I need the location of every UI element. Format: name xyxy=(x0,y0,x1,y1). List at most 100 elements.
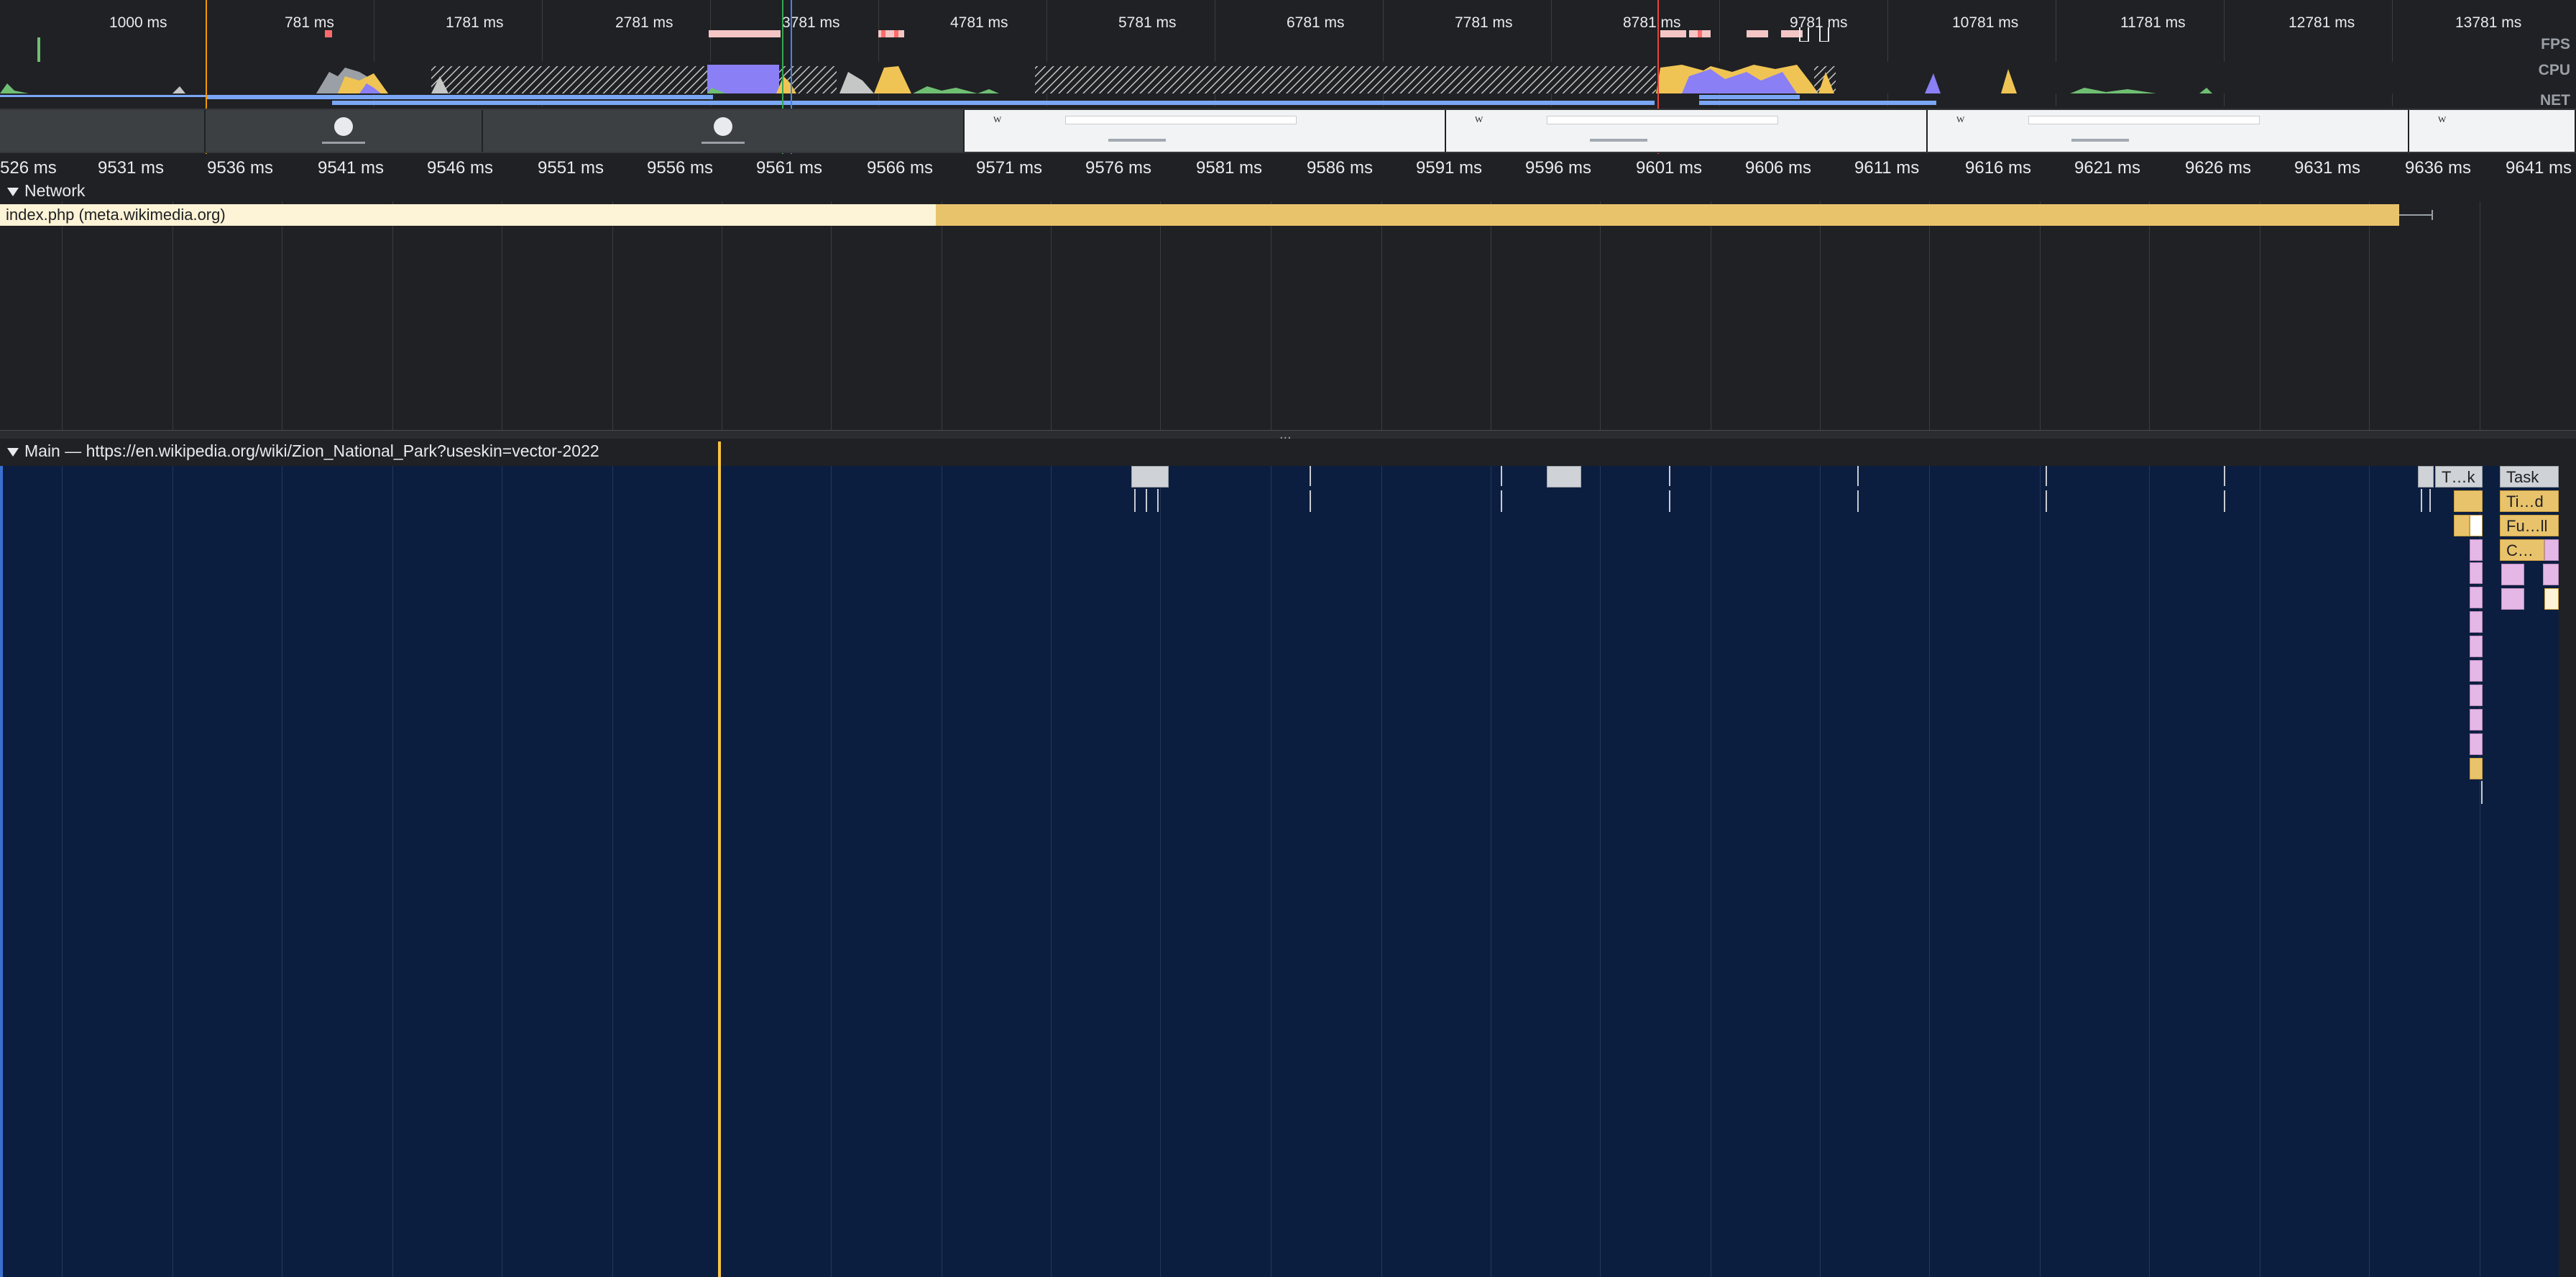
task-block-task[interactable]: Task xyxy=(2500,466,2559,488)
script-block[interactable] xyxy=(2470,758,2483,779)
gridline xyxy=(1160,201,1161,430)
ruler-label: 9591 ms xyxy=(1416,158,1483,178)
avatar-icon xyxy=(334,117,353,136)
task-label: Task xyxy=(2506,468,2539,486)
gridline xyxy=(2369,201,2370,430)
ruler-label: 9601 ms xyxy=(1636,158,1703,178)
script-block[interactable] xyxy=(2470,709,2483,731)
network-section-header[interactable]: Network xyxy=(0,181,85,200)
ruler-label: 9641 ms xyxy=(2506,158,2572,178)
script-block[interactable] xyxy=(2501,564,2524,585)
task-block[interactable] xyxy=(1131,466,1169,488)
task-block[interactable] xyxy=(2418,466,2434,488)
main-thread-header[interactable]: Main — https://en.wikipedia.org/wiki/Zio… xyxy=(0,439,2576,466)
gridline xyxy=(2149,466,2150,1277)
gridline xyxy=(2040,201,2041,430)
ruler-label: 9586 ms xyxy=(1307,158,1374,178)
ruler-label: 9606 ms xyxy=(1745,158,1812,178)
avatar-icon xyxy=(714,117,732,136)
gridline xyxy=(612,466,613,1277)
main-thread-track[interactable] xyxy=(0,439,2576,1277)
network-activity-chart xyxy=(0,95,1936,105)
request-label: index.php (meta.wikimedia.org) xyxy=(6,206,226,224)
gridline xyxy=(1820,201,1821,430)
ruler-label: 9531 ms xyxy=(98,158,165,178)
script-block[interactable] xyxy=(2470,660,2483,682)
task-block-t-k[interactable]: T…k xyxy=(2435,466,2483,488)
playhead-cursor[interactable] xyxy=(718,441,721,1277)
collapse-triangle-icon[interactable] xyxy=(7,447,19,457)
screenshot-frame[interactable] xyxy=(483,110,965,152)
ruler-label: 9621 ms xyxy=(2074,158,2141,178)
screenshot-frame[interactable]: W xyxy=(965,110,1446,152)
task-label: Ti…d xyxy=(2506,493,2544,511)
gridline xyxy=(831,201,832,430)
script-block[interactable] xyxy=(2470,611,2483,633)
function-call-block[interactable]: Fu…ll xyxy=(2500,515,2559,536)
gridline xyxy=(2040,466,2041,1277)
task-tick xyxy=(1669,466,1670,486)
collapse-triangle-icon[interactable] xyxy=(7,187,19,196)
gridline xyxy=(62,201,63,430)
network-request-bar[interactable]: index.php (meta.wikimedia.org) xyxy=(0,204,2444,226)
ruler-label: 9566 ms xyxy=(867,158,934,178)
ruler-label: 9546 ms xyxy=(427,158,494,178)
wikipedia-logo-icon: W xyxy=(993,114,1002,124)
script-block[interactable] xyxy=(2470,587,2483,608)
content-line xyxy=(1108,139,1166,142)
script-block[interactable] xyxy=(2470,562,2483,584)
screenshot-frame[interactable] xyxy=(0,110,206,152)
gridline xyxy=(1929,466,1930,1277)
task-label: T…k xyxy=(2442,468,2475,486)
gridline xyxy=(392,466,393,1277)
cpu-activity-chart xyxy=(0,62,2537,93)
script-block[interactable] xyxy=(2544,588,2559,610)
main-thread-title-row[interactable]: Main — https://en.wikipedia.org/wiki/Zio… xyxy=(0,441,599,460)
search-box-icon xyxy=(1547,116,1778,124)
task-tick xyxy=(2224,466,2225,486)
ruler-label: 9631 ms xyxy=(2294,158,2361,178)
main-thread-title: Main — https://en.wikipedia.org/wiki/Zio… xyxy=(24,441,599,460)
script-block[interactable] xyxy=(2470,636,2483,657)
gridline xyxy=(831,466,832,1277)
screenshot-filmstrip[interactable]: W W W W xyxy=(0,109,2576,153)
function-block[interactable] xyxy=(2470,515,2483,536)
timeline-overview[interactable]: 1000 ms 781 ms 1781 ms 2781 ms 3781 ms 4… xyxy=(0,0,2576,154)
task-tick xyxy=(1310,490,1311,512)
gridline xyxy=(172,201,173,430)
screenshot-frame[interactable]: W xyxy=(1928,110,2409,152)
ruler-label: 9561 ms xyxy=(756,158,823,178)
gridline xyxy=(62,466,63,1277)
timer-fired-block[interactable]: Ti…d xyxy=(2500,490,2559,512)
ruler-label: 9636 ms xyxy=(2405,158,2472,178)
compile-block[interactable]: C… xyxy=(2500,539,2544,561)
task-label: Fu…ll xyxy=(2506,517,2548,535)
script-block[interactable] xyxy=(2543,564,2559,585)
net-track-label: NET xyxy=(2540,92,2570,109)
script-block[interactable] xyxy=(2501,588,2524,610)
network-title: Network xyxy=(24,181,86,200)
gridline xyxy=(1051,201,1052,430)
long-task-markers xyxy=(325,27,1829,42)
task-tick xyxy=(1501,466,1502,486)
gridline xyxy=(1600,466,1601,1277)
gridline xyxy=(2149,201,2150,430)
script-block[interactable] xyxy=(2470,733,2483,755)
gridline xyxy=(2369,466,2370,1277)
task-tick xyxy=(2046,466,2047,486)
screenshot-frame[interactable]: W xyxy=(1446,110,1928,152)
script-block[interactable] xyxy=(2544,539,2559,561)
fps-track-label: FPS xyxy=(2541,36,2570,52)
ruler-label: 9616 ms xyxy=(1965,158,2032,178)
script-block[interactable] xyxy=(2470,539,2483,561)
gridline xyxy=(1160,466,1161,1277)
time-ruler[interactable]: 526 ms 9531 ms 9536 ms 9541 ms 9546 ms 9… xyxy=(0,154,2576,183)
function-block[interactable] xyxy=(2454,515,2470,536)
timer-block[interactable] xyxy=(2454,490,2483,512)
vertical-scrollbar[interactable] xyxy=(2559,466,2576,1277)
script-block[interactable] xyxy=(2470,685,2483,706)
wikipedia-logo-icon: W xyxy=(1475,114,1484,124)
screenshot-frame[interactable] xyxy=(206,110,483,152)
screenshot-frame[interactable]: W xyxy=(2409,110,2576,152)
task-block[interactable] xyxy=(1547,466,1581,488)
